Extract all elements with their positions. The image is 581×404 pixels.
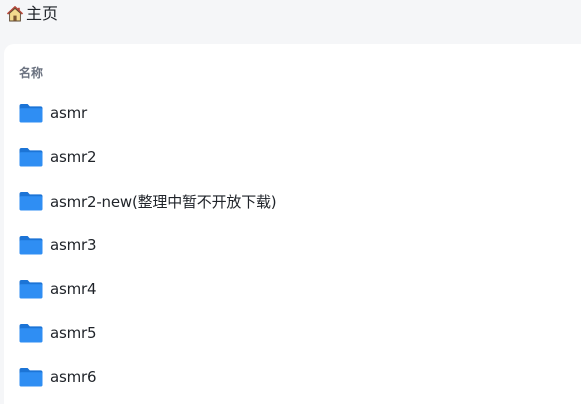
folder-icon <box>19 103 43 123</box>
folder-name: asmr3 <box>50 236 97 254</box>
folder-row[interactable]: asmr5 <box>4 311 581 355</box>
folder-row[interactable]: asmr2-new(整理中暂不开放下载) <box>4 179 581 223</box>
folder-icon <box>19 367 43 387</box>
folder-icon <box>19 147 43 167</box>
folder-icon <box>19 279 43 299</box>
folder-name: asmr <box>50 104 87 122</box>
file-list-panel: 名称 asmr asmr2 asmr2-new(整理中暂不开放下载) asmr3… <box>4 44 581 404</box>
home-icon <box>6 5 24 23</box>
folder-name: asmr4 <box>50 280 97 298</box>
folder-icon <box>19 323 43 343</box>
folder-row[interactable]: asmr6 <box>4 355 581 399</box>
folder-name: asmr2 <box>50 148 97 166</box>
breadcrumb-home-label: 主页 <box>26 4 59 23</box>
folder-row[interactable]: asmr2 <box>4 135 581 179</box>
folder-name: asmr6 <box>50 368 97 386</box>
folder-icon <box>19 191 43 211</box>
breadcrumb[interactable]: 主页 <box>6 2 58 26</box>
file-list: asmr asmr2 asmr2-new(整理中暂不开放下载) asmr3 as… <box>4 91 581 399</box>
folder-name: asmr2-new(整理中暂不开放下载) <box>50 192 277 211</box>
folder-name: asmr5 <box>50 324 97 342</box>
folder-row[interactable]: asmr3 <box>4 223 581 267</box>
folder-row[interactable]: asmr4 <box>4 267 581 311</box>
folder-row[interactable]: asmr <box>4 91 581 135</box>
name-column-header[interactable]: 名称 <box>19 64 43 81</box>
folder-icon <box>19 235 43 255</box>
